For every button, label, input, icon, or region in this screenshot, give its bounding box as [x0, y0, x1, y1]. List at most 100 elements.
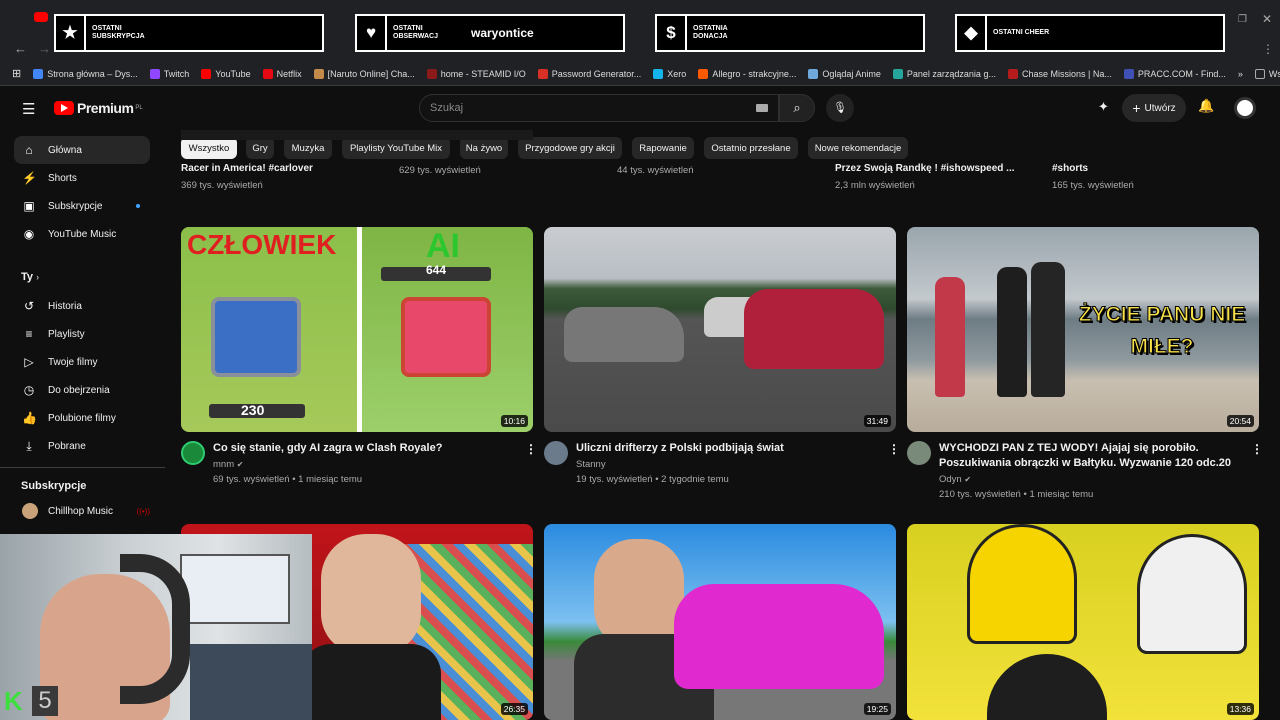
star-icon: ★	[56, 16, 86, 50]
bookmark-item[interactable]: Chase Missions | Na...	[1002, 68, 1118, 79]
previous-row	[181, 130, 1261, 165]
all-bookmarks[interactable]: Wszystkie zakładki	[1249, 68, 1280, 79]
channel-name[interactable]: Odyn ✔	[939, 472, 971, 487]
sidebar-item-twoje-filmy[interactable]: ▷ Twoje filmy	[14, 348, 150, 376]
restore-icon[interactable]: ❐	[1238, 14, 1247, 25]
sidebar-item-subskrypcje[interactable]: ▣ Subskrypcje	[14, 192, 150, 220]
voice-search-button[interactable]: 🎙	[826, 94, 854, 122]
prev-video-title[interactable]: Przez Swoją Randkę ! #ishowspeed ...	[835, 161, 1015, 176]
you-section-header[interactable]: Ty ›	[21, 271, 39, 283]
channel-avatar[interactable]	[544, 441, 568, 465]
video-title[interactable]: WYCHODZI PAN Z TEJ WODY! Ajajaj się poro…	[939, 441, 1249, 471]
apps-icon[interactable]: ⊞	[0, 67, 27, 80]
your-videos-icon: ▷	[24, 355, 34, 369]
kick-logo-icon: K	[4, 686, 23, 716]
bookmark-item[interactable]: Netflix	[257, 68, 308, 79]
sub-item-chillhop[interactable]: Chillhop Music ((•))	[14, 497, 150, 525]
bookmark-item[interactable]: Panel zarządzania g...	[887, 68, 1002, 79]
prev-video-title[interactable]: Racer in America! #carlover	[181, 161, 313, 176]
notifications-icon[interactable]: 🔔	[1198, 98, 1214, 114]
create-button[interactable]: + Utwórz	[1122, 94, 1186, 122]
bookmark-favicon-icon	[1123, 68, 1134, 79]
more-bookmarks-icon[interactable]: »	[1232, 69, 1249, 79]
channel-name[interactable]: Stanny	[576, 457, 606, 472]
bookmark-favicon-icon	[698, 68, 709, 79]
channel-avatar[interactable]	[181, 441, 205, 465]
duration-badge: 13:36	[1226, 703, 1254, 715]
duration-badge: 31:49	[863, 415, 891, 427]
gemini-icon[interactable]: ✦	[1098, 99, 1109, 115]
prev-video-title[interactable]: #shorts	[1052, 161, 1088, 176]
subscriptions-header: Subskrypcje	[21, 480, 87, 492]
video-thumbnail[interactable]: 13:36	[907, 524, 1259, 720]
mic-icon: 🎙	[833, 102, 847, 114]
keyboard-icon[interactable]	[756, 104, 768, 112]
close-window-icon[interactable]: ✕	[1262, 12, 1272, 26]
more-actions-icon[interactable]: ⋮	[525, 442, 537, 456]
verified-icon: ✔	[964, 475, 972, 484]
car-red	[744, 289, 884, 369]
video-thumbnail[interactable]: 31:49	[544, 227, 896, 432]
bookmark-item[interactable]: PRACC.COM - Find...	[1118, 68, 1232, 79]
more-actions-icon[interactable]: ⋮	[888, 442, 900, 456]
last-donation-overlay: $ OSTATNIA DONACJA	[655, 14, 925, 52]
video-thumbnail[interactable]: ŻYCIE PANU NIE MIŁE? 20:54	[907, 227, 1259, 432]
youtube-premium-logo[interactable]: Premium PL	[54, 100, 143, 116]
bookmark-favicon-icon	[892, 68, 903, 79]
prev-video-meta: 44 tys. wyświetleń	[617, 165, 694, 176]
bookmark-favicon-icon	[808, 68, 819, 79]
suit	[301, 644, 441, 720]
score-label: 644	[426, 263, 447, 277]
bookmark-item[interactable]: Allegro - strakcyjne...	[692, 68, 802, 79]
avatar[interactable]	[1234, 97, 1256, 119]
bookmark-item[interactable]: YouTube	[195, 68, 256, 79]
verified-icon: ✔	[236, 460, 244, 469]
video-thumbnail[interactable]: 19:25	[544, 524, 896, 720]
headphones	[120, 554, 190, 704]
video-title[interactable]: Co się stanie, gdy AI zagra w Clash Roya…	[213, 441, 513, 456]
face	[321, 534, 421, 654]
forward-icon[interactable]: →	[38, 41, 51, 56]
channel-avatar[interactable]	[907, 441, 931, 465]
menu-icon[interactable]: ⋮	[1262, 42, 1274, 56]
thumb-overlay-text: ŻYCIE PANU NIE MIŁE?	[1078, 303, 1246, 359]
window	[180, 554, 290, 624]
history-icon: ↺	[23, 299, 35, 313]
bookmark-item[interactable]: [Naruto Online] Cha...	[308, 68, 421, 79]
sidebar-item-youtube-music[interactable]: ◉ YouTube Music	[14, 220, 150, 248]
back-icon[interactable]: ←	[14, 41, 27, 56]
sidebar-item-polubione-filmy[interactable]: 👍 Polubione filmy	[14, 404, 150, 432]
bookmark-item[interactable]: Password Generator...	[532, 68, 648, 79]
sidebar-item-shorts[interactable]: ⚡ Shorts	[14, 164, 150, 192]
bookmark-item[interactable]: Xero	[647, 68, 692, 79]
video-title[interactable]: Uliczni drifterzy z Polski podbijają świ…	[576, 441, 876, 456]
hamburger-menu-icon[interactable]: ☰	[22, 100, 35, 118]
sidebar-item-historia[interactable]: ↺ Historia	[14, 292, 150, 320]
bookmark-item[interactable]: Twitch	[144, 68, 196, 79]
live-indicator-icon: ((•))	[136, 506, 150, 516]
steering-wheel	[987, 654, 1107, 720]
webcam-overlay: K 5	[0, 534, 312, 720]
more-actions-icon[interactable]: ⋮	[1251, 442, 1263, 456]
search-input[interactable]: Szukaj	[419, 94, 779, 122]
search-button[interactable]: ⌕	[779, 94, 815, 122]
youtube-tab-icon[interactable]	[34, 12, 48, 22]
bookmark-item[interactable]: home - STEAMID I/O	[421, 68, 532, 79]
score-label: 230	[241, 402, 265, 418]
thumb-text-ai: AI	[426, 227, 460, 265]
couch	[190, 644, 312, 720]
thumb-text-human: CZŁOWIEK	[187, 229, 337, 260]
channel-avatar	[22, 503, 38, 519]
bookmark-item[interactable]: Oglądaj Anime	[802, 68, 887, 79]
new-content-dot	[136, 204, 140, 208]
sidebar-item-główna[interactable]: ⌂ Główna	[14, 136, 150, 164]
masthead: ☰ Premium PL Szukaj ⌕ 🎙 ✦ + Utwórz 🔔	[0, 88, 1280, 130]
bookmark-item[interactable]: Strona główna – Dys...	[27, 68, 144, 79]
bookmark-favicon-icon	[537, 68, 548, 79]
sidebar-item-pobrane[interactable]: ⤓ Pobrane	[14, 432, 150, 460]
sidebar-item-playlisty[interactable]: ≡ Playlisty	[14, 320, 150, 348]
video-thumbnail[interactable]: CZŁOWIEK AI 230 644 10:16	[181, 227, 533, 432]
sidebar-item-do-obejrzenia[interactable]: ◷ Do obejrzenia	[14, 376, 150, 404]
car-pink	[674, 584, 884, 689]
channel-name[interactable]: mnm ✔	[213, 457, 243, 472]
